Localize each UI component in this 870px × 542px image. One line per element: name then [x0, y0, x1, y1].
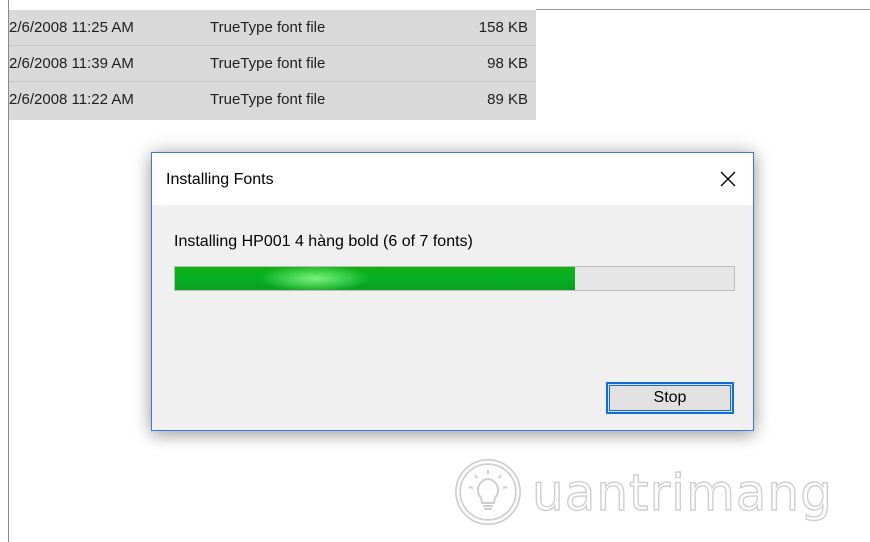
lightbulb-logo-icon: [455, 459, 521, 525]
file-type: TrueType font file: [210, 19, 326, 36]
watermark-text: uantrimang: [531, 463, 833, 522]
stop-button[interactable]: Stop: [606, 382, 734, 414]
installing-fonts-dialog: Installing Fonts Installing HP001 4 hàng…: [151, 152, 754, 431]
file-size: 89 KB: [487, 91, 528, 108]
file-row[interactable]: 2/6/2008 11:22 AM TrueType font file 89 …: [9, 82, 536, 118]
close-icon: [720, 171, 736, 187]
file-row[interactable]: 2/6/2008 11:25 AM TrueType font file 158…: [9, 10, 536, 46]
file-date: 2/6/2008 11:39 AM: [9, 55, 134, 72]
close-button[interactable]: [711, 163, 745, 195]
progress-fill: [175, 267, 575, 290]
file-size: 98 KB: [487, 55, 528, 72]
install-status-text: Installing HP001 4 hàng bold (6 of 7 fon…: [174, 233, 473, 250]
dialog-title: Installing Fonts: [166, 171, 274, 188]
file-size: 158 KB: [478, 19, 528, 36]
file-date: 2/6/2008 11:22 AM: [9, 91, 134, 108]
explorer-window-border-top: [536, 9, 870, 10]
file-type: TrueType font file: [210, 91, 326, 108]
watermark: uantrimang: [448, 452, 833, 532]
desktop-screen: 2/6/2008 11:25 AM TrueType font file 158…: [0, 0, 870, 542]
install-progress-bar: [174, 266, 735, 291]
file-list: 2/6/2008 11:25 AM TrueType font file 158…: [9, 10, 536, 120]
stop-button-label: Stop: [609, 385, 731, 411]
file-date: 2/6/2008 11:25 AM: [9, 19, 134, 36]
file-row[interactable]: 2/6/2008 11:39 AM TrueType font file 98 …: [9, 46, 536, 82]
dialog-titlebar[interactable]: Installing Fonts: [152, 153, 753, 205]
file-type: TrueType font file: [210, 55, 326, 72]
